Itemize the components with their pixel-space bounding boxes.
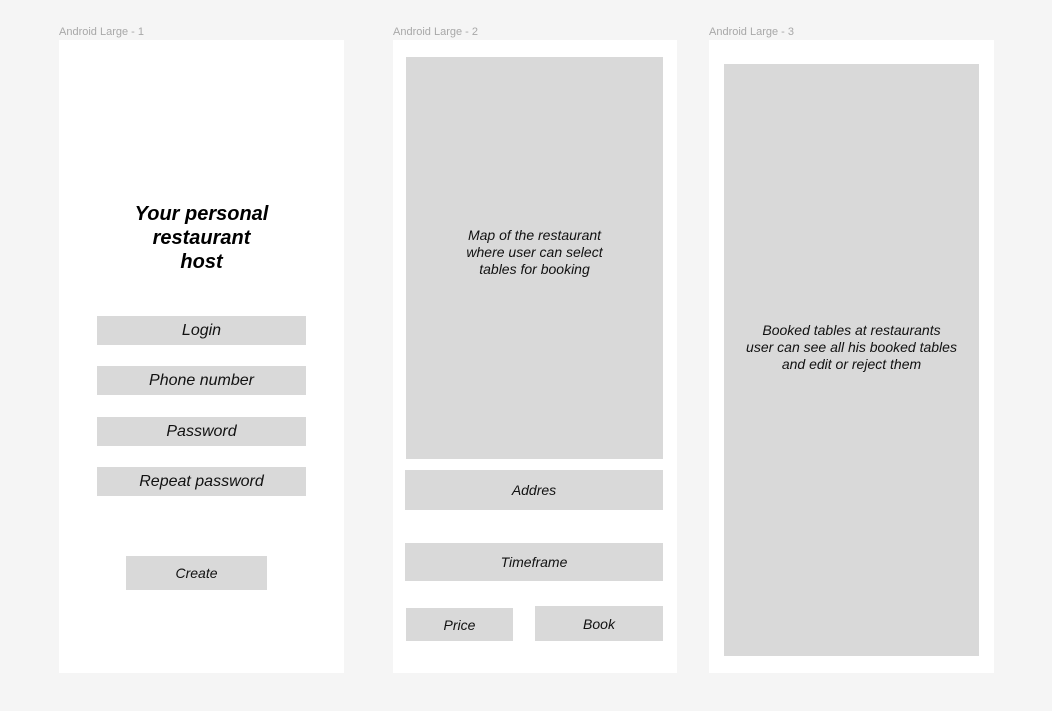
- booked-tables-text: Booked tables at restaurants user can se…: [746, 321, 957, 372]
- password-field-label: Password: [166, 422, 237, 440]
- frame-android-large-2: Map of the restaurant where user can sel…: [393, 40, 677, 673]
- frame-android-large-1: Your personal restaurant host Login Phon…: [59, 40, 344, 673]
- address-field[interactable]: Addres: [405, 470, 663, 510]
- frame-label-3: Android Large - 3: [709, 26, 794, 38]
- create-button[interactable]: Create: [126, 556, 267, 590]
- price-field-label: Price: [443, 616, 476, 633]
- repeat-password-field[interactable]: Repeat password: [97, 467, 306, 496]
- password-field[interactable]: Password: [97, 417, 306, 446]
- timeframe-field[interactable]: Timeframe: [405, 543, 663, 581]
- phone-number-field-label: Phone number: [149, 371, 254, 389]
- create-button-label: Create: [175, 565, 218, 581]
- login-field[interactable]: Login: [97, 316, 306, 345]
- restaurant-map-text: Map of the restaurant where user can sel…: [466, 226, 603, 277]
- timeframe-field-label: Timeframe: [500, 554, 568, 570]
- phone-number-field[interactable]: Phone number: [97, 366, 306, 395]
- restaurant-map[interactable]: Map of the restaurant where user can sel…: [406, 57, 663, 459]
- frame-android-large-3: Booked tables at restaurants user can se…: [709, 40, 994, 673]
- booked-tables-list[interactable]: Booked tables at restaurants user can se…: [724, 64, 979, 656]
- frame-label-1: Android Large - 1: [59, 26, 144, 38]
- book-button[interactable]: Book: [535, 606, 663, 641]
- address-field-label: Addres: [511, 482, 557, 498]
- login-field-label: Login: [181, 321, 222, 339]
- app-title: Your personal restaurant host: [134, 203, 269, 273]
- book-button-label: Book: [583, 615, 615, 632]
- frame-label-2: Android Large - 2: [393, 26, 478, 38]
- price-field[interactable]: Price: [406, 608, 513, 641]
- repeat-password-field-label: Repeat password: [139, 472, 264, 490]
